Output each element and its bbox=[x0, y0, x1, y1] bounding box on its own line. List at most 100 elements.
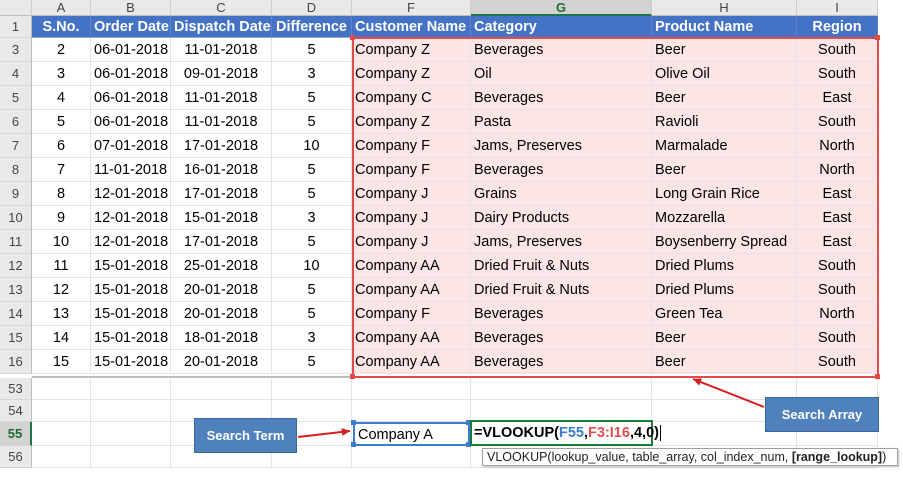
empty-cell[interactable] bbox=[352, 446, 471, 468]
range-resize-handle[interactable] bbox=[875, 374, 880, 379]
range-resize-handle[interactable] bbox=[350, 374, 355, 379]
table-cell[interactable]: 15 bbox=[32, 350, 91, 374]
table-cell[interactable]: 3 bbox=[32, 62, 91, 86]
table-cell[interactable]: 09-01-2018 bbox=[171, 62, 272, 86]
table-cell[interactable]: 15-01-2018 bbox=[91, 278, 171, 302]
table-cell[interactable]: 10 bbox=[32, 230, 91, 254]
table-header-cell[interactable]: Product Name bbox=[652, 16, 797, 38]
table-cell[interactable]: 15-01-2018 bbox=[91, 326, 171, 350]
empty-cell[interactable] bbox=[32, 400, 91, 422]
row-header-12[interactable]: 12 bbox=[0, 254, 32, 278]
table-cell[interactable]: 20-01-2018 bbox=[171, 278, 272, 302]
table-cell[interactable]: 11-01-2018 bbox=[171, 86, 272, 110]
empty-cell[interactable] bbox=[471, 378, 652, 400]
table-cell[interactable]: 20-01-2018 bbox=[171, 302, 272, 326]
table-cell[interactable]: 5 bbox=[272, 350, 352, 374]
empty-cell[interactable] bbox=[272, 378, 352, 400]
row-header-8[interactable]: 8 bbox=[0, 158, 32, 182]
table-cell[interactable]: 14 bbox=[32, 326, 91, 350]
table-cell[interactable]: 10 bbox=[272, 134, 352, 158]
empty-cell[interactable] bbox=[91, 400, 171, 422]
table-cell[interactable]: 8 bbox=[32, 182, 91, 206]
table-cell[interactable]: 18-01-2018 bbox=[171, 326, 272, 350]
column-header-a[interactable]: A bbox=[32, 0, 91, 16]
range-resize-handle[interactable] bbox=[350, 35, 355, 40]
row-header-4[interactable]: 4 bbox=[0, 62, 32, 86]
table-cell[interactable]: 15-01-2018 bbox=[91, 302, 171, 326]
table-cell[interactable]: 6 bbox=[32, 134, 91, 158]
empty-cell[interactable] bbox=[91, 422, 171, 446]
row-header-9[interactable]: 9 bbox=[0, 182, 32, 206]
table-cell[interactable]: 12-01-2018 bbox=[91, 230, 171, 254]
row-header-11[interactable]: 11 bbox=[0, 230, 32, 254]
range-resize-handle[interactable] bbox=[351, 442, 356, 447]
table-cell[interactable]: 15-01-2018 bbox=[91, 254, 171, 278]
table-cell[interactable]: 06-01-2018 bbox=[91, 38, 171, 62]
table-cell[interactable]: 06-01-2018 bbox=[91, 86, 171, 110]
row-header-56[interactable]: 56 bbox=[0, 446, 32, 468]
table-cell[interactable]: 3 bbox=[272, 206, 352, 230]
table-cell[interactable]: 11-01-2018 bbox=[91, 158, 171, 182]
table-cell[interactable]: 5 bbox=[272, 38, 352, 62]
row-header-10[interactable]: 10 bbox=[0, 206, 32, 230]
empty-cell[interactable] bbox=[91, 446, 171, 468]
row-header-15[interactable]: 15 bbox=[0, 326, 32, 350]
table-cell[interactable]: 5 bbox=[272, 302, 352, 326]
table-header-cell[interactable]: Region bbox=[797, 16, 878, 38]
table-cell[interactable]: 12-01-2018 bbox=[91, 206, 171, 230]
table-cell[interactable]: 20-01-2018 bbox=[171, 350, 272, 374]
table-cell[interactable]: 3 bbox=[272, 62, 352, 86]
table-cell[interactable]: 06-01-2018 bbox=[91, 62, 171, 86]
table-cell[interactable]: 12-01-2018 bbox=[91, 182, 171, 206]
column-header-i[interactable]: I bbox=[797, 0, 878, 16]
range-resize-handle[interactable] bbox=[875, 35, 880, 40]
range-resize-handle[interactable] bbox=[351, 420, 356, 425]
column-header-d[interactable]: D bbox=[272, 0, 352, 16]
empty-cell[interactable] bbox=[32, 422, 91, 446]
table-header-cell[interactable]: Difference bbox=[272, 16, 352, 38]
table-cell[interactable]: 4 bbox=[32, 86, 91, 110]
empty-cell[interactable] bbox=[91, 378, 171, 400]
empty-cell[interactable] bbox=[32, 446, 91, 468]
table-cell[interactable]: 5 bbox=[272, 182, 352, 206]
table-cell[interactable]: 11 bbox=[32, 254, 91, 278]
table-header-cell[interactable]: S.No. bbox=[32, 16, 91, 38]
row-header-55[interactable]: 55 bbox=[0, 422, 32, 446]
column-header-h[interactable]: H bbox=[652, 0, 797, 16]
table-cell[interactable]: 11-01-2018 bbox=[171, 110, 272, 134]
table-cell[interactable]: 5 bbox=[272, 230, 352, 254]
table-cell[interactable]: 11-01-2018 bbox=[171, 38, 272, 62]
table-cell[interactable]: 06-01-2018 bbox=[91, 110, 171, 134]
table-cell[interactable]: 17-01-2018 bbox=[171, 134, 272, 158]
table-cell[interactable]: 15-01-2018 bbox=[91, 350, 171, 374]
table-cell[interactable]: 12 bbox=[32, 278, 91, 302]
lookup-value-cell[interactable]: Company A bbox=[353, 422, 470, 446]
table-header-cell[interactable]: Category bbox=[471, 16, 652, 38]
empty-cell[interactable] bbox=[171, 378, 272, 400]
column-header-f[interactable]: F bbox=[352, 0, 471, 16]
empty-cell[interactable] bbox=[32, 378, 91, 400]
table-cell[interactable]: 07-01-2018 bbox=[91, 134, 171, 158]
table-cell[interactable]: 17-01-2018 bbox=[171, 230, 272, 254]
table-cell[interactable]: 10 bbox=[272, 254, 352, 278]
row-header-53[interactable]: 53 bbox=[0, 378, 32, 400]
table-cell[interactable]: 5 bbox=[272, 158, 352, 182]
table-header-cell[interactable]: Order Date bbox=[91, 16, 171, 38]
row-header-6[interactable]: 6 bbox=[0, 110, 32, 134]
table-cell[interactable]: 25-01-2018 bbox=[171, 254, 272, 278]
empty-cell[interactable] bbox=[352, 400, 471, 422]
table-cell[interactable]: 5 bbox=[272, 86, 352, 110]
column-header-c[interactable]: C bbox=[171, 0, 272, 16]
table-cell[interactable]: 5 bbox=[272, 110, 352, 134]
row-header-54[interactable]: 54 bbox=[0, 400, 32, 422]
row-header-7[interactable]: 7 bbox=[0, 134, 32, 158]
row-header-13[interactable]: 13 bbox=[0, 278, 32, 302]
table-cell[interactable]: 3 bbox=[272, 326, 352, 350]
table-cell[interactable]: 15-01-2018 bbox=[171, 206, 272, 230]
table-header-cell[interactable]: Dispatch Date bbox=[171, 16, 272, 38]
table-cell[interactable]: 17-01-2018 bbox=[171, 182, 272, 206]
row-header-1[interactable]: 1 bbox=[0, 16, 32, 38]
row-header-3[interactable]: 3 bbox=[0, 38, 32, 62]
row-header-14[interactable]: 14 bbox=[0, 302, 32, 326]
select-all-corner[interactable] bbox=[0, 0, 32, 16]
